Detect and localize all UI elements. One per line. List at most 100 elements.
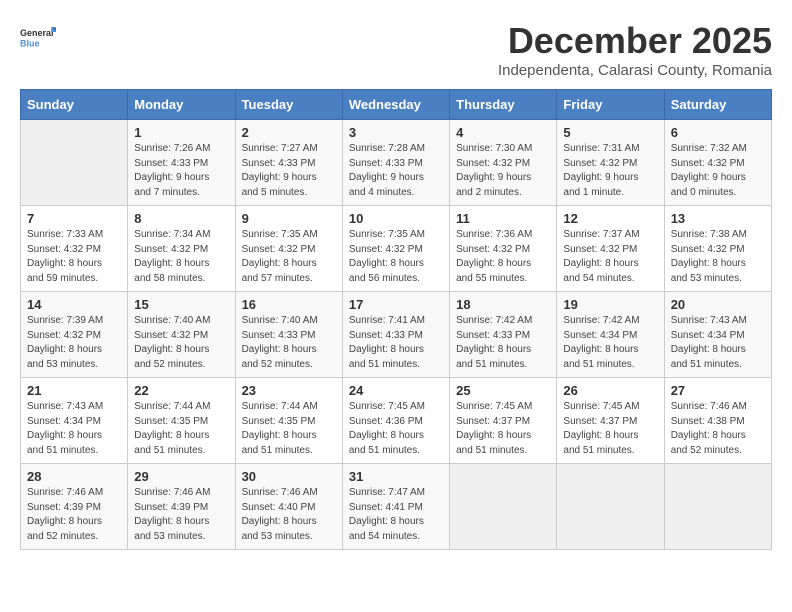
day-cell: 1 Sunrise: 7:26 AMSunset: 4:33 PMDaylight… [128, 120, 235, 206]
day-detail: Sunrise: 7:46 AMSunset: 4:39 PMDaylight:… [134, 486, 228, 544]
day-number: 27 [671, 383, 765, 398]
day-cell: 18Sunrise: 7:42 AMSunset: 4:33 PMDayligh… [450, 292, 557, 378]
day-cell: 23 Sunrise: 7:44 AMSunset: 4:35 PMDayligh… [235, 378, 342, 464]
day-detail: Sunrise: 7:28 AMSunset: 4:33 PMDaylight:… [349, 142, 443, 200]
day-detail: Sunrise: 7:46 AMSunset: 4:38 PMDaylight:… [671, 400, 765, 458]
day-cell: 2Sunrise: 7:27 AMSunset: 4:33 PMDaylight… [235, 120, 342, 206]
day-detail: Sunrise: 7:46 AMSunset: 4:40 PMDaylight:… [242, 486, 336, 544]
day-number: 23 [242, 383, 336, 398]
day-number: 13 [671, 211, 765, 226]
day-cell: 25 Sunrise: 7:45 AMSunset: 4:37 PMDayligh… [450, 378, 557, 464]
day-detail: Sunrise: 7:26 AMSunset: 4:33 PMDaylight:… [134, 142, 228, 200]
day-cell: 27 Sunrise: 7:46 AMSunset: 4:38 PMDayligh… [664, 378, 771, 464]
day-detail: Sunrise: 7:34 AMSunset: 4:32 PMDaylight:… [134, 228, 228, 286]
day-cell: 20 Sunrise: 7:43 AMSunset: 4:34 PMDayligh… [664, 292, 771, 378]
day-cell: 29Sunrise: 7:46 AMSunset: 4:39 PMDayligh… [128, 464, 235, 550]
day-detail: Sunrise: 7:27 AMSunset: 4:33 PMDaylight:… [242, 142, 336, 200]
day-number: 6 [671, 125, 765, 140]
day-number: 25 [456, 383, 550, 398]
day-number: 24 [349, 383, 443, 398]
day-cell: 24 Sunrise: 7:45 AMSunset: 4:36 PMDayligh… [342, 378, 449, 464]
day-cell: 9Sunrise: 7:35 AMSunset: 4:32 PMDaylight… [235, 206, 342, 292]
calendar-table: SundayMondayTuesdayWednesdayThursdayFrid… [20, 89, 772, 550]
day-detail: Sunrise: 7:45 AMSunset: 4:37 PMDaylight:… [563, 400, 657, 458]
day-detail: Sunrise: 7:39 AMSunset: 4:32 PMDaylight:… [27, 314, 121, 372]
day-detail: Sunrise: 7:43 AMSunset: 4:34 PMDaylight:… [671, 314, 765, 372]
day-detail: Sunrise: 7:35 AMSunset: 4:32 PMDaylight:… [349, 228, 443, 286]
day-number: 4 [456, 125, 550, 140]
svg-text:Blue: Blue [20, 38, 40, 48]
week-row-4: 21 Sunrise: 7:43 AMSunset: 4:34 PMDayligh… [21, 378, 772, 464]
day-cell: 4 Sunrise: 7:30 AMSunset: 4:32 PMDaylight… [450, 120, 557, 206]
day-detail: Sunrise: 7:33 AMSunset: 4:32 PMDaylight:… [27, 228, 121, 286]
day-number: 20 [671, 297, 765, 312]
day-detail: Sunrise: 7:44 AMSunset: 4:35 PMDaylight:… [242, 400, 336, 458]
day-cell: 17Sunrise: 7:41 AMSunset: 4:33 PMDayligh… [342, 292, 449, 378]
title-section: December 2025 Independenta, Calarasi Cou… [498, 20, 772, 79]
day-number: 7 [27, 211, 121, 226]
day-detail: Sunrise: 7:41 AMSunset: 4:33 PMDaylight:… [349, 314, 443, 372]
day-detail: Sunrise: 7:31 AMSunset: 4:32 PMDaylight:… [563, 142, 657, 200]
day-number: 14 [27, 297, 121, 312]
day-number: 11 [456, 211, 550, 226]
day-cell: 3 Sunrise: 7:28 AMSunset: 4:33 PMDaylight… [342, 120, 449, 206]
day-detail: Sunrise: 7:45 AMSunset: 4:37 PMDaylight:… [456, 400, 550, 458]
day-cell: 14 Sunrise: 7:39 AMSunset: 4:32 PMDayligh… [21, 292, 128, 378]
day-cell [21, 120, 128, 206]
day-detail: Sunrise: 7:43 AMSunset: 4:34 PMDaylight:… [27, 400, 121, 458]
day-detail: Sunrise: 7:32 AMSunset: 4:32 PMDaylight:… [671, 142, 765, 200]
day-number: 19 [563, 297, 657, 312]
day-cell [557, 464, 664, 550]
day-number: 28 [27, 469, 121, 484]
day-detail: Sunrise: 7:38 AMSunset: 4:32 PMDaylight:… [671, 228, 765, 286]
day-cell: 7 Sunrise: 7:33 AMSunset: 4:32 PMDaylight… [21, 206, 128, 292]
day-cell: 5 Sunrise: 7:31 AMSunset: 4:32 PMDaylight… [557, 120, 664, 206]
day-cell: 26 Sunrise: 7:45 AMSunset: 4:37 PMDayligh… [557, 378, 664, 464]
day-number: 1 [134, 125, 228, 140]
day-detail: Sunrise: 7:40 AMSunset: 4:32 PMDaylight:… [134, 314, 228, 372]
weekday-header-sunday: Sunday [21, 90, 128, 120]
day-number: 26 [563, 383, 657, 398]
week-row-3: 14 Sunrise: 7:39 AMSunset: 4:32 PMDayligh… [21, 292, 772, 378]
day-detail: Sunrise: 7:40 AMSunset: 4:33 PMDaylight:… [242, 314, 336, 372]
day-number: 3 [349, 125, 443, 140]
day-detail: Sunrise: 7:46 AMSunset: 4:39 PMDaylight:… [27, 486, 121, 544]
weekday-header-friday: Friday [557, 90, 664, 120]
week-row-1: 1 Sunrise: 7:26 AMSunset: 4:33 PMDaylight… [21, 120, 772, 206]
day-cell: 28 Sunrise: 7:46 AMSunset: 4:39 PMDayligh… [21, 464, 128, 550]
week-row-5: 28 Sunrise: 7:46 AMSunset: 4:39 PMDayligh… [21, 464, 772, 550]
day-cell: 19Sunrise: 7:42 AMSunset: 4:34 PMDayligh… [557, 292, 664, 378]
location-subtitle: Independenta, Calarasi County, Romania [498, 62, 772, 79]
day-detail: Sunrise: 7:35 AMSunset: 4:32 PMDaylight:… [242, 228, 336, 286]
weekday-header-saturday: Saturday [664, 90, 771, 120]
day-number: 5 [563, 125, 657, 140]
day-number: 22 [134, 383, 228, 398]
day-cell: 31 Sunrise: 7:47 AMSunset: 4:41 PMDayligh… [342, 464, 449, 550]
day-cell: 21 Sunrise: 7:43 AMSunset: 4:34 PMDayligh… [21, 378, 128, 464]
day-cell: 16Sunrise: 7:40 AMSunset: 4:33 PMDayligh… [235, 292, 342, 378]
day-cell: 11 Sunrise: 7:36 AMSunset: 4:32 PMDayligh… [450, 206, 557, 292]
logo-svg: General Blue [20, 20, 56, 56]
day-cell [664, 464, 771, 550]
day-cell: 15Sunrise: 7:40 AMSunset: 4:32 PMDayligh… [128, 292, 235, 378]
day-cell: 10 Sunrise: 7:35 AMSunset: 4:32 PMDayligh… [342, 206, 449, 292]
day-cell [450, 464, 557, 550]
day-number: 8 [134, 211, 228, 226]
day-number: 31 [349, 469, 443, 484]
day-detail: Sunrise: 7:45 AMSunset: 4:36 PMDaylight:… [349, 400, 443, 458]
day-detail: Sunrise: 7:36 AMSunset: 4:32 PMDaylight:… [456, 228, 550, 286]
day-cell: 22Sunrise: 7:44 AMSunset: 4:35 PMDayligh… [128, 378, 235, 464]
weekday-header-row: SundayMondayTuesdayWednesdayThursdayFrid… [21, 90, 772, 120]
weekday-header-thursday: Thursday [450, 90, 557, 120]
day-cell: 6 Sunrise: 7:32 AMSunset: 4:32 PMDaylight… [664, 120, 771, 206]
weekday-header-tuesday: Tuesday [235, 90, 342, 120]
day-number: 10 [349, 211, 443, 226]
day-number: 30 [242, 469, 336, 484]
day-cell: 30 Sunrise: 7:46 AMSunset: 4:40 PMDayligh… [235, 464, 342, 550]
day-detail: Sunrise: 7:37 AMSunset: 4:32 PMDaylight:… [563, 228, 657, 286]
day-number: 21 [27, 383, 121, 398]
day-detail: Sunrise: 7:47 AMSunset: 4:41 PMDaylight:… [349, 486, 443, 544]
day-detail: Sunrise: 7:30 AMSunset: 4:32 PMDaylight:… [456, 142, 550, 200]
day-number: 18 [456, 297, 550, 312]
month-title: December 2025 [498, 20, 772, 62]
